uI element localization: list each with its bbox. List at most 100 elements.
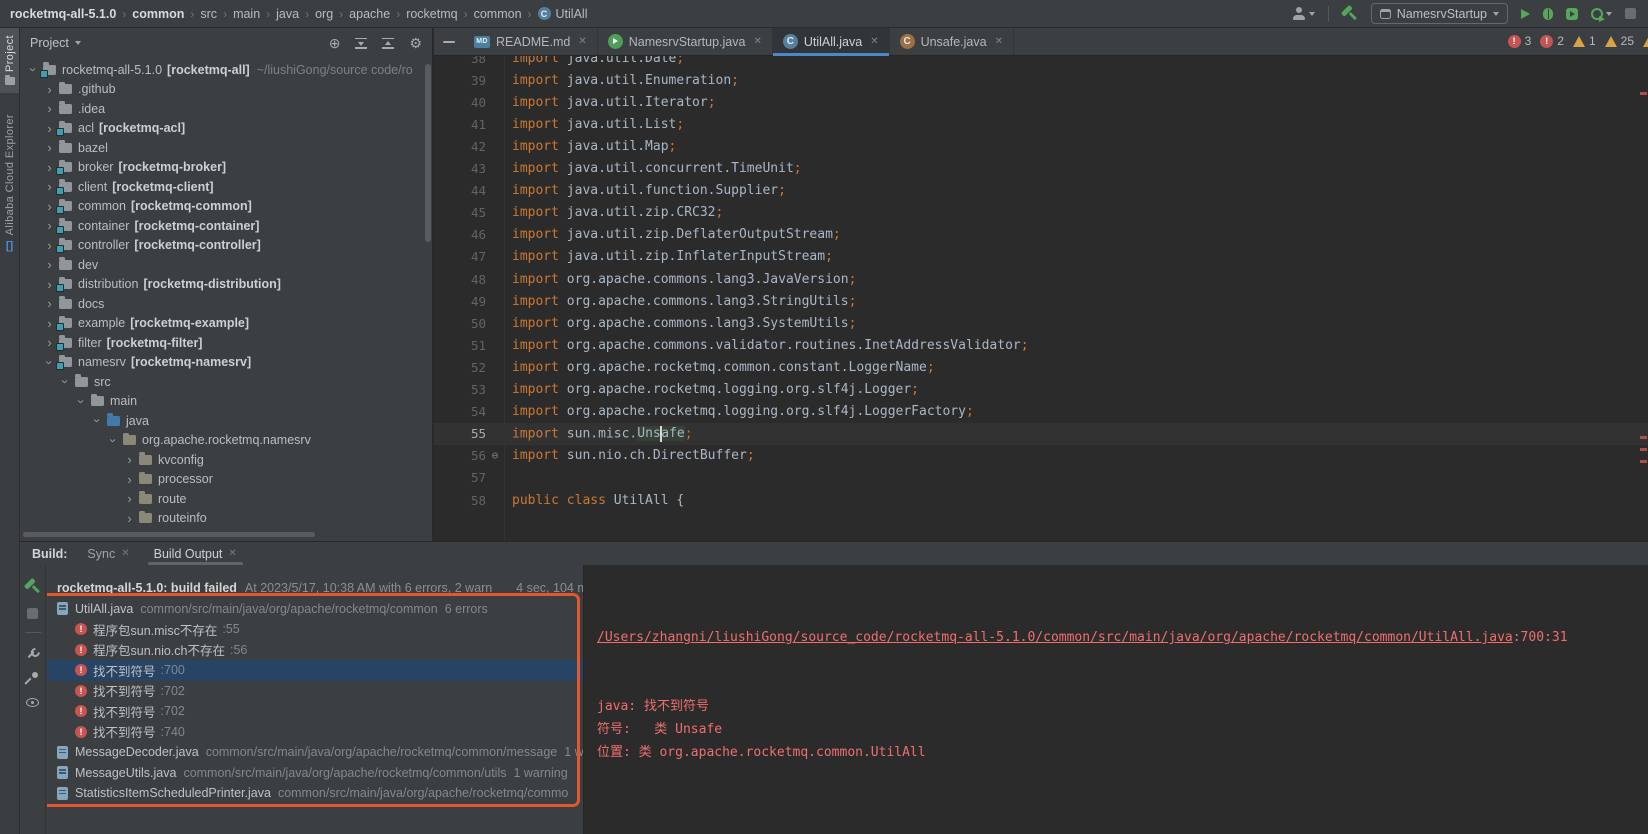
build-error-row[interactable]: !找不到符号:702 [47,681,602,702]
build-error-row[interactable]: !找不到符号:700 [47,660,602,681]
chevron-right-icon[interactable]: › [42,258,57,271]
tree-row[interactable]: ›processor [20,470,426,490]
line-number[interactable]: 44 [434,183,486,198]
close-icon[interactable]: ✕ [753,36,761,47]
chevron-right-icon[interactable]: › [122,473,137,486]
tree-row[interactable]: ›.github [20,80,426,100]
tree-row[interactable]: ›main [20,392,426,412]
code-line[interactable]: 56⊖import sun.nio.ch.DirectBuffer; [434,445,1648,467]
code-line[interactable]: 55import sun.misc.Unsafe; [434,423,1648,445]
chevron-right-icon[interactable]: › [122,453,137,466]
error-file-link[interactable]: /Users/zhangni/liushiGong/source_code/ro… [597,630,1513,645]
code-line[interactable]: 50import org.apache.commons.lang3.System… [434,312,1648,334]
tab-utilall.java[interactable]: CUtilAll.java✕ [773,28,890,55]
hide-panel-button[interactable] [434,28,464,55]
code-line[interactable]: 38import java.util.Date; [434,56,1648,69]
chevron-down-icon[interactable]: › [43,355,56,370]
code-line[interactable]: 46import java.util.zip.DeflaterOutputStr… [434,224,1648,246]
build-hammer-icon[interactable] [1338,2,1361,25]
chevron-right-icon[interactable]: › [42,219,57,232]
breadcrumb-item[interactable]: common [474,7,522,21]
debug-button[interactable] [1543,8,1553,20]
close-icon[interactable]: ✕ [121,548,129,559]
chevron-down-icon[interactable]: › [27,62,40,77]
chevron-right-icon[interactable]: › [42,102,57,115]
build-file-row[interactable]: MessageDecoder.javacommon/src/main/java/… [47,742,602,763]
code-line[interactable]: 47import java.util.zip.InflaterInputStre… [434,246,1648,268]
build-file-row[interactable]: MessageUtils.javacommon/src/main/java/or… [47,763,602,784]
error-stripe-mark[interactable] [1640,92,1647,95]
stop-button[interactable] [1625,8,1636,19]
line-number[interactable]: 40 [434,95,486,110]
line-number[interactable]: 56 [434,448,486,463]
tree-row[interactable]: ›container[rocketmq-container] [20,216,426,236]
warning-count[interactable]: 25 [1605,34,1634,48]
line-number[interactable]: 48 [434,272,486,287]
error-count[interactable]: !2 [1540,34,1564,48]
tree-row[interactable]: ›.idea [20,99,426,119]
close-icon[interactable]: ✕ [870,36,878,47]
build-file-row[interactable]: StatisticsItemScheduledPrinter.javacommo… [47,783,602,804]
build-error-row[interactable]: !程序包sun.misc不存在:55 [47,619,602,640]
breadcrumb-item[interactable]: UtilAll [556,7,588,21]
code-line[interactable]: 43import java.util.concurrent.TimeUnit; [434,158,1648,180]
error-stripe-mark[interactable] [1640,460,1647,463]
code-line[interactable]: 48import org.apache.commons.lang3.JavaVe… [434,268,1648,290]
tree-row[interactable]: ›broker[rocketmq-broker] [20,158,426,178]
chevron-down-icon[interactable]: › [107,433,120,448]
code-editor[interactable]: 38import java.util.Date;39import java.ut… [434,56,1648,541]
error-stripe-mark[interactable] [1640,448,1647,451]
tree-row[interactable]: ›rocketmq-all-5.1.0[rocketmq-all]~/liush… [20,60,426,80]
line-number[interactable]: 57 [434,470,486,485]
close-icon[interactable]: ✕ [578,36,586,47]
project-panel-title[interactable]: Project [30,36,69,50]
breadcrumb-item[interactable]: org [315,7,333,21]
line-number[interactable]: 53 [434,382,486,397]
code-line[interactable]: 58public class UtilAll { [434,489,1648,511]
horizontal-scrollbar[interactable] [23,532,315,537]
tree-row[interactable]: ›docs [20,294,426,314]
close-icon[interactable]: ✕ [995,36,1003,47]
chevron-right-icon[interactable]: › [42,122,57,135]
profiler-button[interactable] [1591,8,1612,20]
tree-row[interactable]: ›distribution[rocketmq-distribution] [20,275,426,295]
tab-namesrvstartup.java[interactable]: NamesrvStartup.java✕ [598,28,773,55]
line-number[interactable]: 49 [434,294,486,309]
line-number[interactable]: 38 [434,56,486,66]
tree-row[interactable]: ›routeinfo [20,509,426,528]
breadcrumb-item[interactable]: rocketmq-all-5.1.0 [10,7,116,21]
build-summary-row[interactable]: rocketmq-all-5.1.0: build failed At 2023… [47,578,602,599]
code-line[interactable]: 52import org.apache.rocketmq.common.cons… [434,356,1648,378]
code-line[interactable]: 41import java.util.List; [434,113,1648,135]
breadcrumb-item[interactable]: rocketmq [406,7,457,21]
line-number[interactable]: 39 [434,73,486,88]
line-number[interactable]: 55 [434,426,486,441]
code-line[interactable]: 53import org.apache.rocketmq.logging.org… [434,379,1648,401]
collapse-all-icon[interactable] [382,38,394,49]
chevron-right-icon[interactable]: › [42,161,57,174]
line-number[interactable]: 45 [434,205,486,220]
vertical-scrollbar[interactable] [425,64,431,242]
chevron-right-icon[interactable]: › [42,239,57,252]
eye-view-options-icon[interactable] [26,698,39,707]
pin-icon[interactable] [26,672,39,685]
run-button[interactable] [1521,9,1530,19]
chevron-right-icon[interactable]: › [42,83,57,96]
inspections-widget[interactable]: !3!2125 [1508,34,1646,48]
tree-row[interactable]: ›example[rocketmq-example] [20,314,426,334]
chevron-right-icon[interactable]: › [42,297,57,310]
code-line[interactable]: 49import org.apache.commons.lang3.String… [434,290,1648,312]
tree-row[interactable]: ›controller[rocketmq-controller] [20,236,426,256]
breadcrumb-item[interactable]: src [200,7,217,21]
run-configuration-select[interactable]: NamesrvStartup [1371,3,1508,24]
tab-unsafe.java[interactable]: CUnsafe.java✕ [890,28,1014,55]
tree-row[interactable]: ›java [20,411,426,431]
line-number[interactable]: 47 [434,249,486,264]
fold-marker-icon[interactable]: ⊖ [486,449,504,462]
breadcrumb-item[interactable]: main [233,7,260,21]
wrench-settings-icon[interactable] [23,643,41,661]
chevron-down-icon[interactable]: › [59,374,72,389]
code-line[interactable]: 51import org.apache.commons.validator.ro… [434,334,1648,356]
chevron-right-icon[interactable]: › [42,317,57,330]
code-line[interactable]: 54import org.apache.rocketmq.logging.org… [434,401,1648,423]
